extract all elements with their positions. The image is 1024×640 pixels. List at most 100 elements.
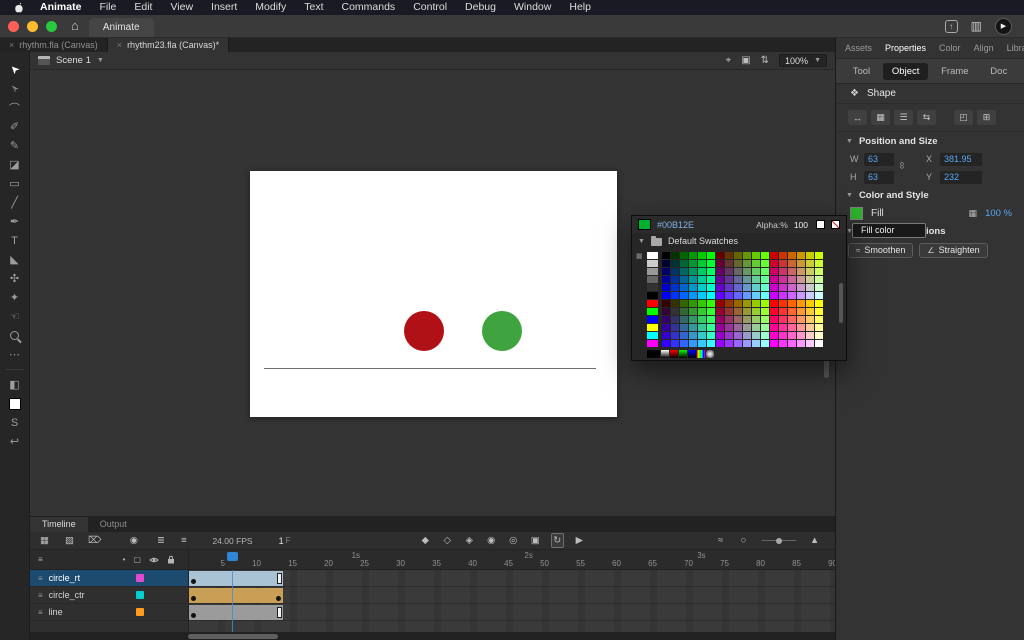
swatch[interactable] bbox=[707, 284, 715, 291]
swatch[interactable] bbox=[647, 340, 658, 347]
frame-span[interactable] bbox=[189, 571, 283, 586]
swatch[interactable] bbox=[806, 252, 814, 259]
swatch[interactable] bbox=[770, 292, 778, 299]
swatch[interactable] bbox=[752, 292, 760, 299]
swatch[interactable] bbox=[752, 324, 760, 331]
swatch[interactable] bbox=[698, 340, 706, 347]
swatch[interactable] bbox=[671, 340, 679, 347]
swatch[interactable] bbox=[806, 332, 814, 339]
swatch[interactable] bbox=[716, 260, 724, 267]
swatch[interactable] bbox=[671, 292, 679, 299]
fill-alpha-value[interactable]: 100 % bbox=[985, 208, 1014, 219]
swatch[interactable] bbox=[788, 260, 796, 267]
swatch[interactable] bbox=[707, 340, 715, 347]
stage-canvas[interactable] bbox=[250, 171, 617, 417]
swatch[interactable] bbox=[698, 316, 706, 323]
menu-animate[interactable]: Animate bbox=[31, 0, 90, 15]
frame-span[interactable] bbox=[189, 605, 283, 620]
swatch[interactable] bbox=[671, 300, 679, 307]
hand-tool[interactable]: ☜ bbox=[4, 307, 26, 326]
play-button[interactable]: ▶ bbox=[573, 534, 586, 547]
keyframe-dot[interactable] bbox=[191, 613, 196, 618]
swatch[interactable] bbox=[647, 292, 658, 299]
menu-view[interactable]: View bbox=[161, 0, 202, 15]
swatch[interactable] bbox=[815, 332, 823, 339]
layer-depth-icon[interactable]: ≣ bbox=[154, 534, 167, 547]
swatch[interactable] bbox=[770, 308, 778, 315]
swatch[interactable] bbox=[770, 268, 778, 275]
scene-chevron-icon[interactable]: ▼ bbox=[97, 57, 104, 64]
swatch[interactable] bbox=[797, 276, 805, 283]
swatch[interactable] bbox=[806, 324, 814, 331]
swatch[interactable] bbox=[725, 316, 733, 323]
end-frame-marker[interactable] bbox=[277, 573, 282, 584]
swatch[interactable] bbox=[662, 324, 670, 331]
swatch[interactable] bbox=[725, 308, 733, 315]
swatch[interactable] bbox=[770, 284, 778, 291]
swatch[interactable] bbox=[725, 324, 733, 331]
swatch[interactable] bbox=[716, 292, 724, 299]
workspace-layout-icon[interactable]: ▥ bbox=[971, 19, 982, 33]
swatch[interactable] bbox=[647, 276, 658, 283]
end-frame-marker[interactable] bbox=[277, 607, 282, 618]
swatch[interactable] bbox=[779, 252, 787, 259]
swatch[interactable] bbox=[815, 316, 823, 323]
swatch[interactable] bbox=[734, 324, 742, 331]
swatch[interactable] bbox=[815, 252, 823, 259]
timeline-tab-timeline[interactable]: Timeline bbox=[30, 517, 88, 532]
swatch[interactable] bbox=[716, 284, 724, 291]
swatch[interactable] bbox=[698, 276, 706, 283]
swatch[interactable] bbox=[806, 268, 814, 275]
frames-row-line[interactable] bbox=[189, 604, 835, 621]
loop-icon[interactable]: ↻ bbox=[551, 533, 564, 548]
swatch[interactable] bbox=[689, 332, 697, 339]
swatch[interactable] bbox=[725, 284, 733, 291]
zoom-in-icon[interactable]: ▲ bbox=[808, 534, 821, 547]
swatches-chevron-icon[interactable]: ▼ bbox=[638, 238, 645, 245]
swatch[interactable] bbox=[788, 316, 796, 323]
swatch[interactable] bbox=[671, 252, 679, 259]
swatch[interactable] bbox=[788, 292, 796, 299]
quick-publish-button[interactable]: ▶ bbox=[995, 18, 1012, 35]
swatch[interactable] bbox=[797, 284, 805, 291]
swatch[interactable] bbox=[743, 300, 751, 307]
swatch[interactable] bbox=[734, 292, 742, 299]
stack-order-button[interactable]: ☰ bbox=[894, 110, 913, 125]
swatch[interactable] bbox=[689, 340, 697, 347]
swatch[interactable] bbox=[707, 308, 715, 315]
swatch[interactable] bbox=[743, 308, 751, 315]
swatch[interactable] bbox=[770, 316, 778, 323]
current-color-chip[interactable] bbox=[638, 219, 651, 230]
swatch[interactable] bbox=[788, 300, 796, 307]
ink-bottle-tool[interactable]: ✣ bbox=[4, 269, 26, 288]
swatch[interactable] bbox=[815, 300, 823, 307]
swatch[interactable] bbox=[761, 252, 769, 259]
gradient-swatch[interactable] bbox=[688, 350, 696, 358]
swatch[interactable] bbox=[647, 324, 658, 331]
panel-tab-align[interactable]: Align bbox=[974, 43, 994, 53]
fill-color-well[interactable] bbox=[4, 394, 26, 413]
lasso-tool[interactable]: ⌒ bbox=[4, 98, 26, 117]
swatch[interactable] bbox=[698, 308, 706, 315]
show-hide-layers-icon[interactable] bbox=[149, 556, 159, 564]
line-tool[interactable]: ╱ bbox=[4, 193, 26, 212]
outline-layers-icon[interactable]: ▢ bbox=[133, 555, 141, 564]
swatch[interactable] bbox=[743, 268, 751, 275]
apple-menu-icon[interactable] bbox=[6, 2, 31, 13]
swatch[interactable] bbox=[761, 268, 769, 275]
swatch[interactable] bbox=[743, 276, 751, 283]
swatch[interactable] bbox=[770, 276, 778, 283]
properties-subtab-frame[interactable]: Frame bbox=[932, 63, 977, 80]
swatch[interactable] bbox=[671, 316, 679, 323]
subselection-tool[interactable]: ➢ bbox=[4, 79, 26, 98]
swatch[interactable] bbox=[815, 324, 823, 331]
swatch[interactable] bbox=[689, 316, 697, 323]
onion-range-icon[interactable]: ○ bbox=[737, 534, 750, 547]
swatch[interactable] bbox=[689, 268, 697, 275]
swatch[interactable] bbox=[770, 260, 778, 267]
swatch[interactable] bbox=[734, 332, 742, 339]
color-wells-icon[interactable]: ◧ bbox=[4, 375, 26, 394]
swatch[interactable] bbox=[671, 260, 679, 267]
swatch[interactable] bbox=[671, 324, 679, 331]
swatch[interactable] bbox=[689, 308, 697, 315]
